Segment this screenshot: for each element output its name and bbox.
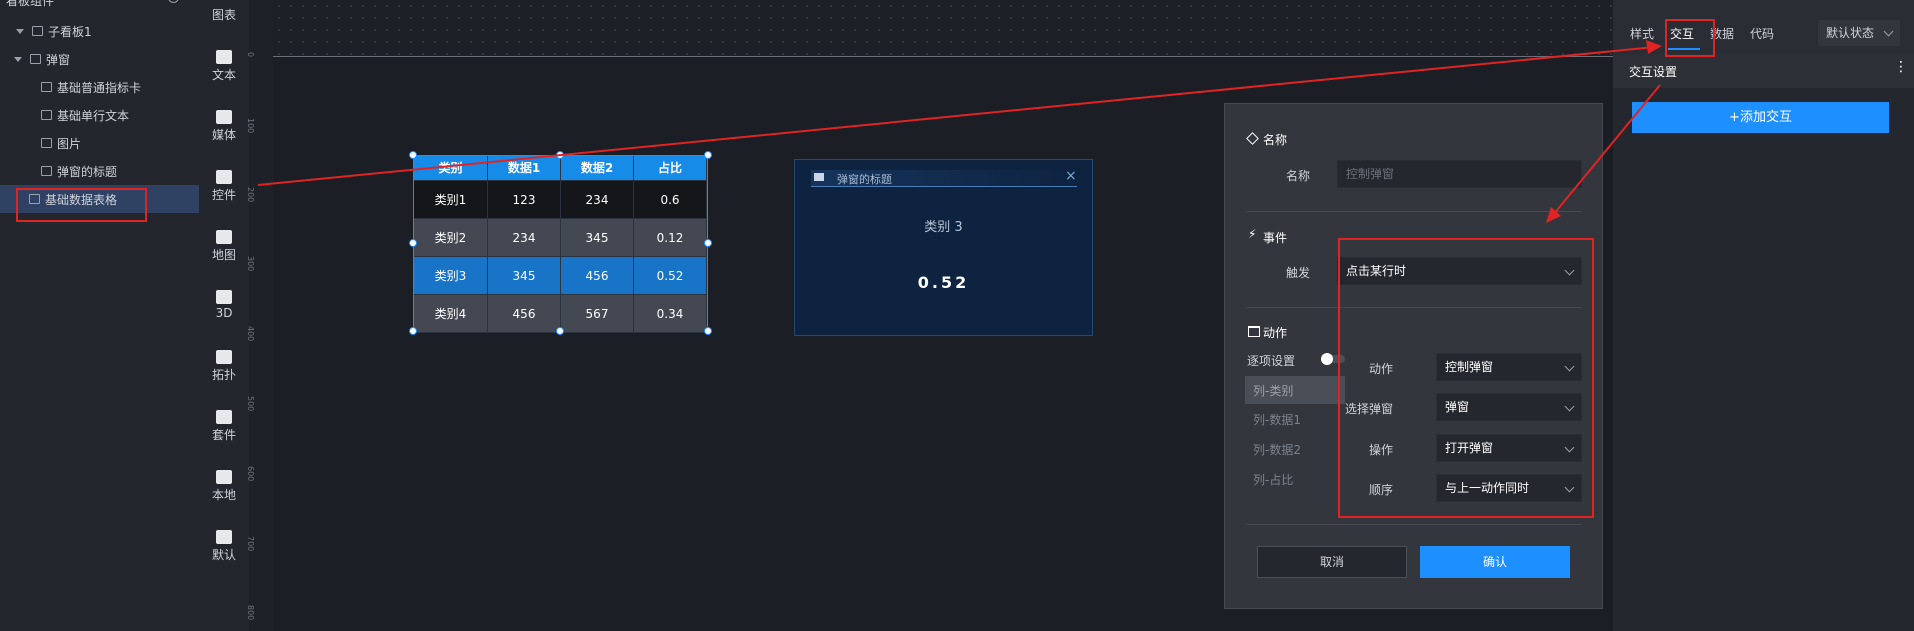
annotation-arrows: [257, 40, 1662, 223]
annotation-arrow-line: [1552, 84, 1661, 216]
annotation-arrow-line: [257, 46, 1656, 186]
annotation-arrowhead: [1646, 40, 1662, 54]
